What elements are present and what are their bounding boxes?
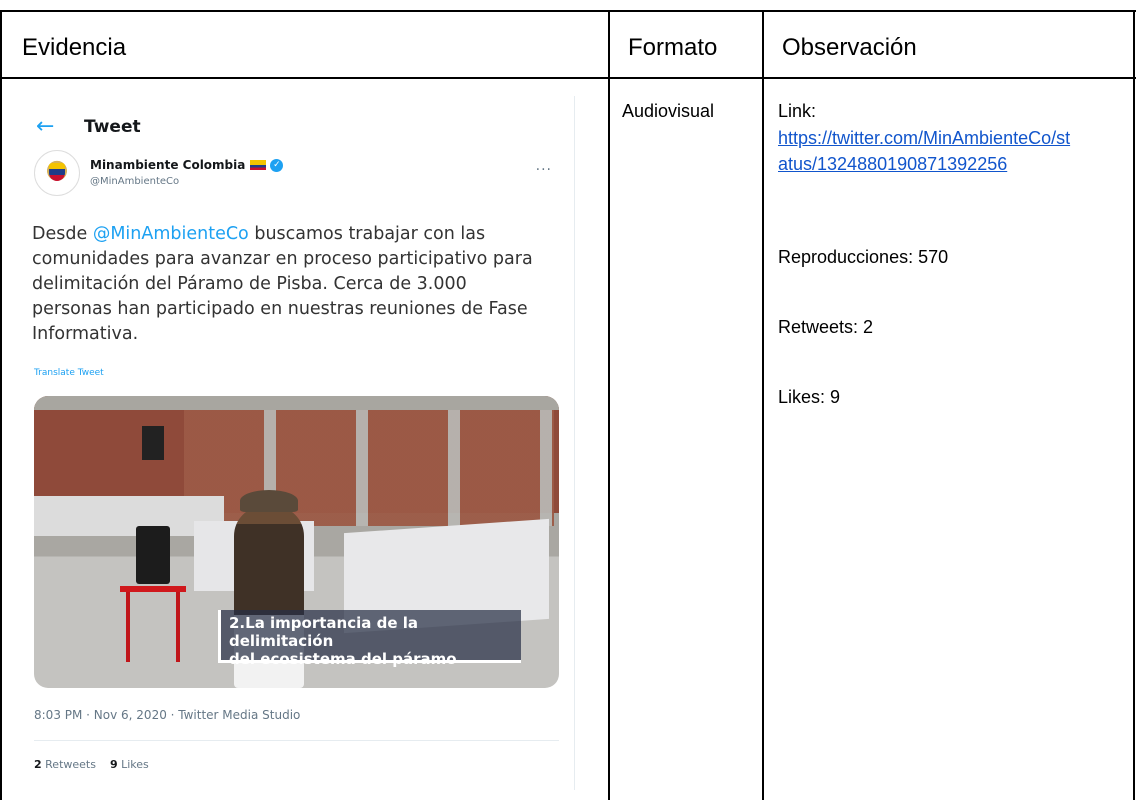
- video-speaker: [136, 526, 170, 584]
- observacion-cell: Link: https://twitter.com/MinAmbienteCo/…: [778, 98, 1078, 177]
- video-person-hat: [240, 490, 298, 512]
- tweet-header-title: Tweet: [84, 116, 141, 137]
- video-caption-line2: del ecosistema del páramo: [229, 650, 457, 668]
- video-caption-line1: 2.La importancia de la delimitación: [229, 614, 418, 650]
- tweet-link[interactable]: https://twitter.com/MinAmbienteCo/status…: [778, 125, 1078, 177]
- column-divider-1: [608, 10, 610, 800]
- video-bg-beam: [34, 396, 559, 410]
- tweet-header: ← Tweet: [36, 114, 141, 139]
- video-table-leg: [176, 592, 180, 662]
- link-label: Link:: [778, 101, 817, 121]
- tweet-stats: 2 Retweets 9 Likes: [34, 758, 149, 771]
- tweet-video[interactable]: 2.La importancia de la delimitación del …: [34, 396, 559, 688]
- header-formato: Formato: [628, 34, 718, 61]
- account-handle[interactable]: @MinAmbienteCo: [90, 176, 179, 187]
- table-border-top: [0, 10, 1136, 12]
- arrow-left-icon[interactable]: ←: [36, 114, 66, 139]
- tweet-text: Desde @MinAmbienteCo buscamos trabajar c…: [32, 222, 552, 347]
- header-row-border: [0, 77, 1136, 79]
- translate-tweet-link[interactable]: Translate Tweet: [34, 368, 104, 378]
- video-caption: 2.La importancia de la delimitación del …: [218, 610, 521, 668]
- tweet-timestamp[interactable]: 8:03 PM · Nov 6, 2020 · Twitter Media St…: [34, 708, 300, 722]
- formato-value: Audiovisual: [622, 101, 715, 121]
- tweet-text-prefix: Desde: [32, 224, 93, 244]
- verified-badge-icon: ✓: [270, 158, 284, 172]
- account-name: Minambiente Colombia: [90, 158, 246, 172]
- table-border-left: [0, 10, 2, 800]
- retweets-count[interactable]: 2: [34, 758, 42, 771]
- tweet-mention-link[interactable]: @MinAmbienteCo: [93, 224, 249, 244]
- retweets-label[interactable]: Retweets: [45, 758, 96, 771]
- colombia-flag-icon: [250, 160, 267, 170]
- tweet-screenshot: ← Tweet Minambiente Colombia ✓ @MinAmbie…: [14, 96, 575, 790]
- avatar[interactable]: [34, 150, 80, 196]
- video-table-leg: [126, 592, 130, 662]
- reproducciones-value: Reproducciones: 570: [778, 247, 949, 267]
- likes-label[interactable]: Likes: [121, 758, 149, 771]
- header-evidencia: Evidencia: [22, 34, 127, 61]
- tweet-divider: [34, 740, 559, 741]
- more-options-icon[interactable]: ···: [536, 162, 552, 178]
- video-speaker-small: [142, 426, 164, 460]
- table-border-right: [1133, 10, 1135, 800]
- retweets-value: Retweets: 2: [778, 317, 874, 337]
- evidence-table: Evidencia Formato Observación Audiovisua…: [0, 0, 1136, 800]
- header-observacion: Observación: [782, 34, 917, 61]
- video-caption-text: 2.La importancia de la delimitación del …: [229, 614, 521, 668]
- column-divider-2: [762, 10, 764, 800]
- account-name-row[interactable]: Minambiente Colombia ✓: [90, 158, 284, 172]
- likes-value: Likes: 9: [778, 387, 841, 407]
- likes-count[interactable]: 9: [110, 758, 118, 771]
